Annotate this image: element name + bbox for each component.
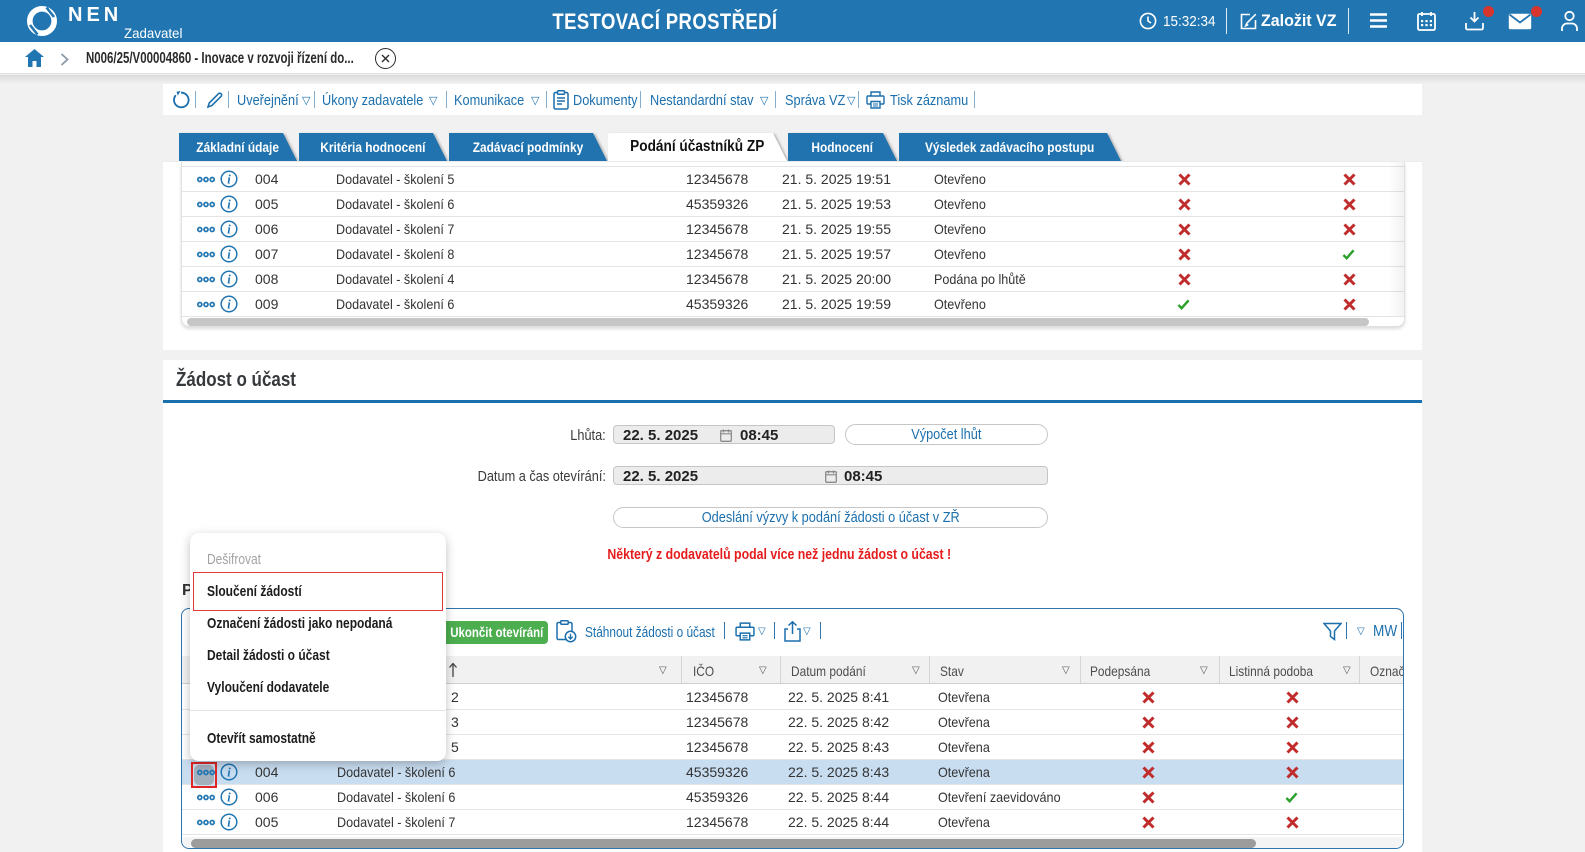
svg-text:i: i [227, 198, 231, 212]
svg-text:i: i [227, 273, 231, 287]
svg-text:i: i [227, 223, 231, 237]
svg-text:i: i [227, 173, 231, 187]
svg-text:i: i [227, 791, 231, 805]
svg-text:i: i [227, 248, 231, 262]
svg-text:i: i [227, 816, 231, 830]
svg-text:i: i [227, 298, 231, 312]
svg-text:i: i [227, 766, 231, 780]
